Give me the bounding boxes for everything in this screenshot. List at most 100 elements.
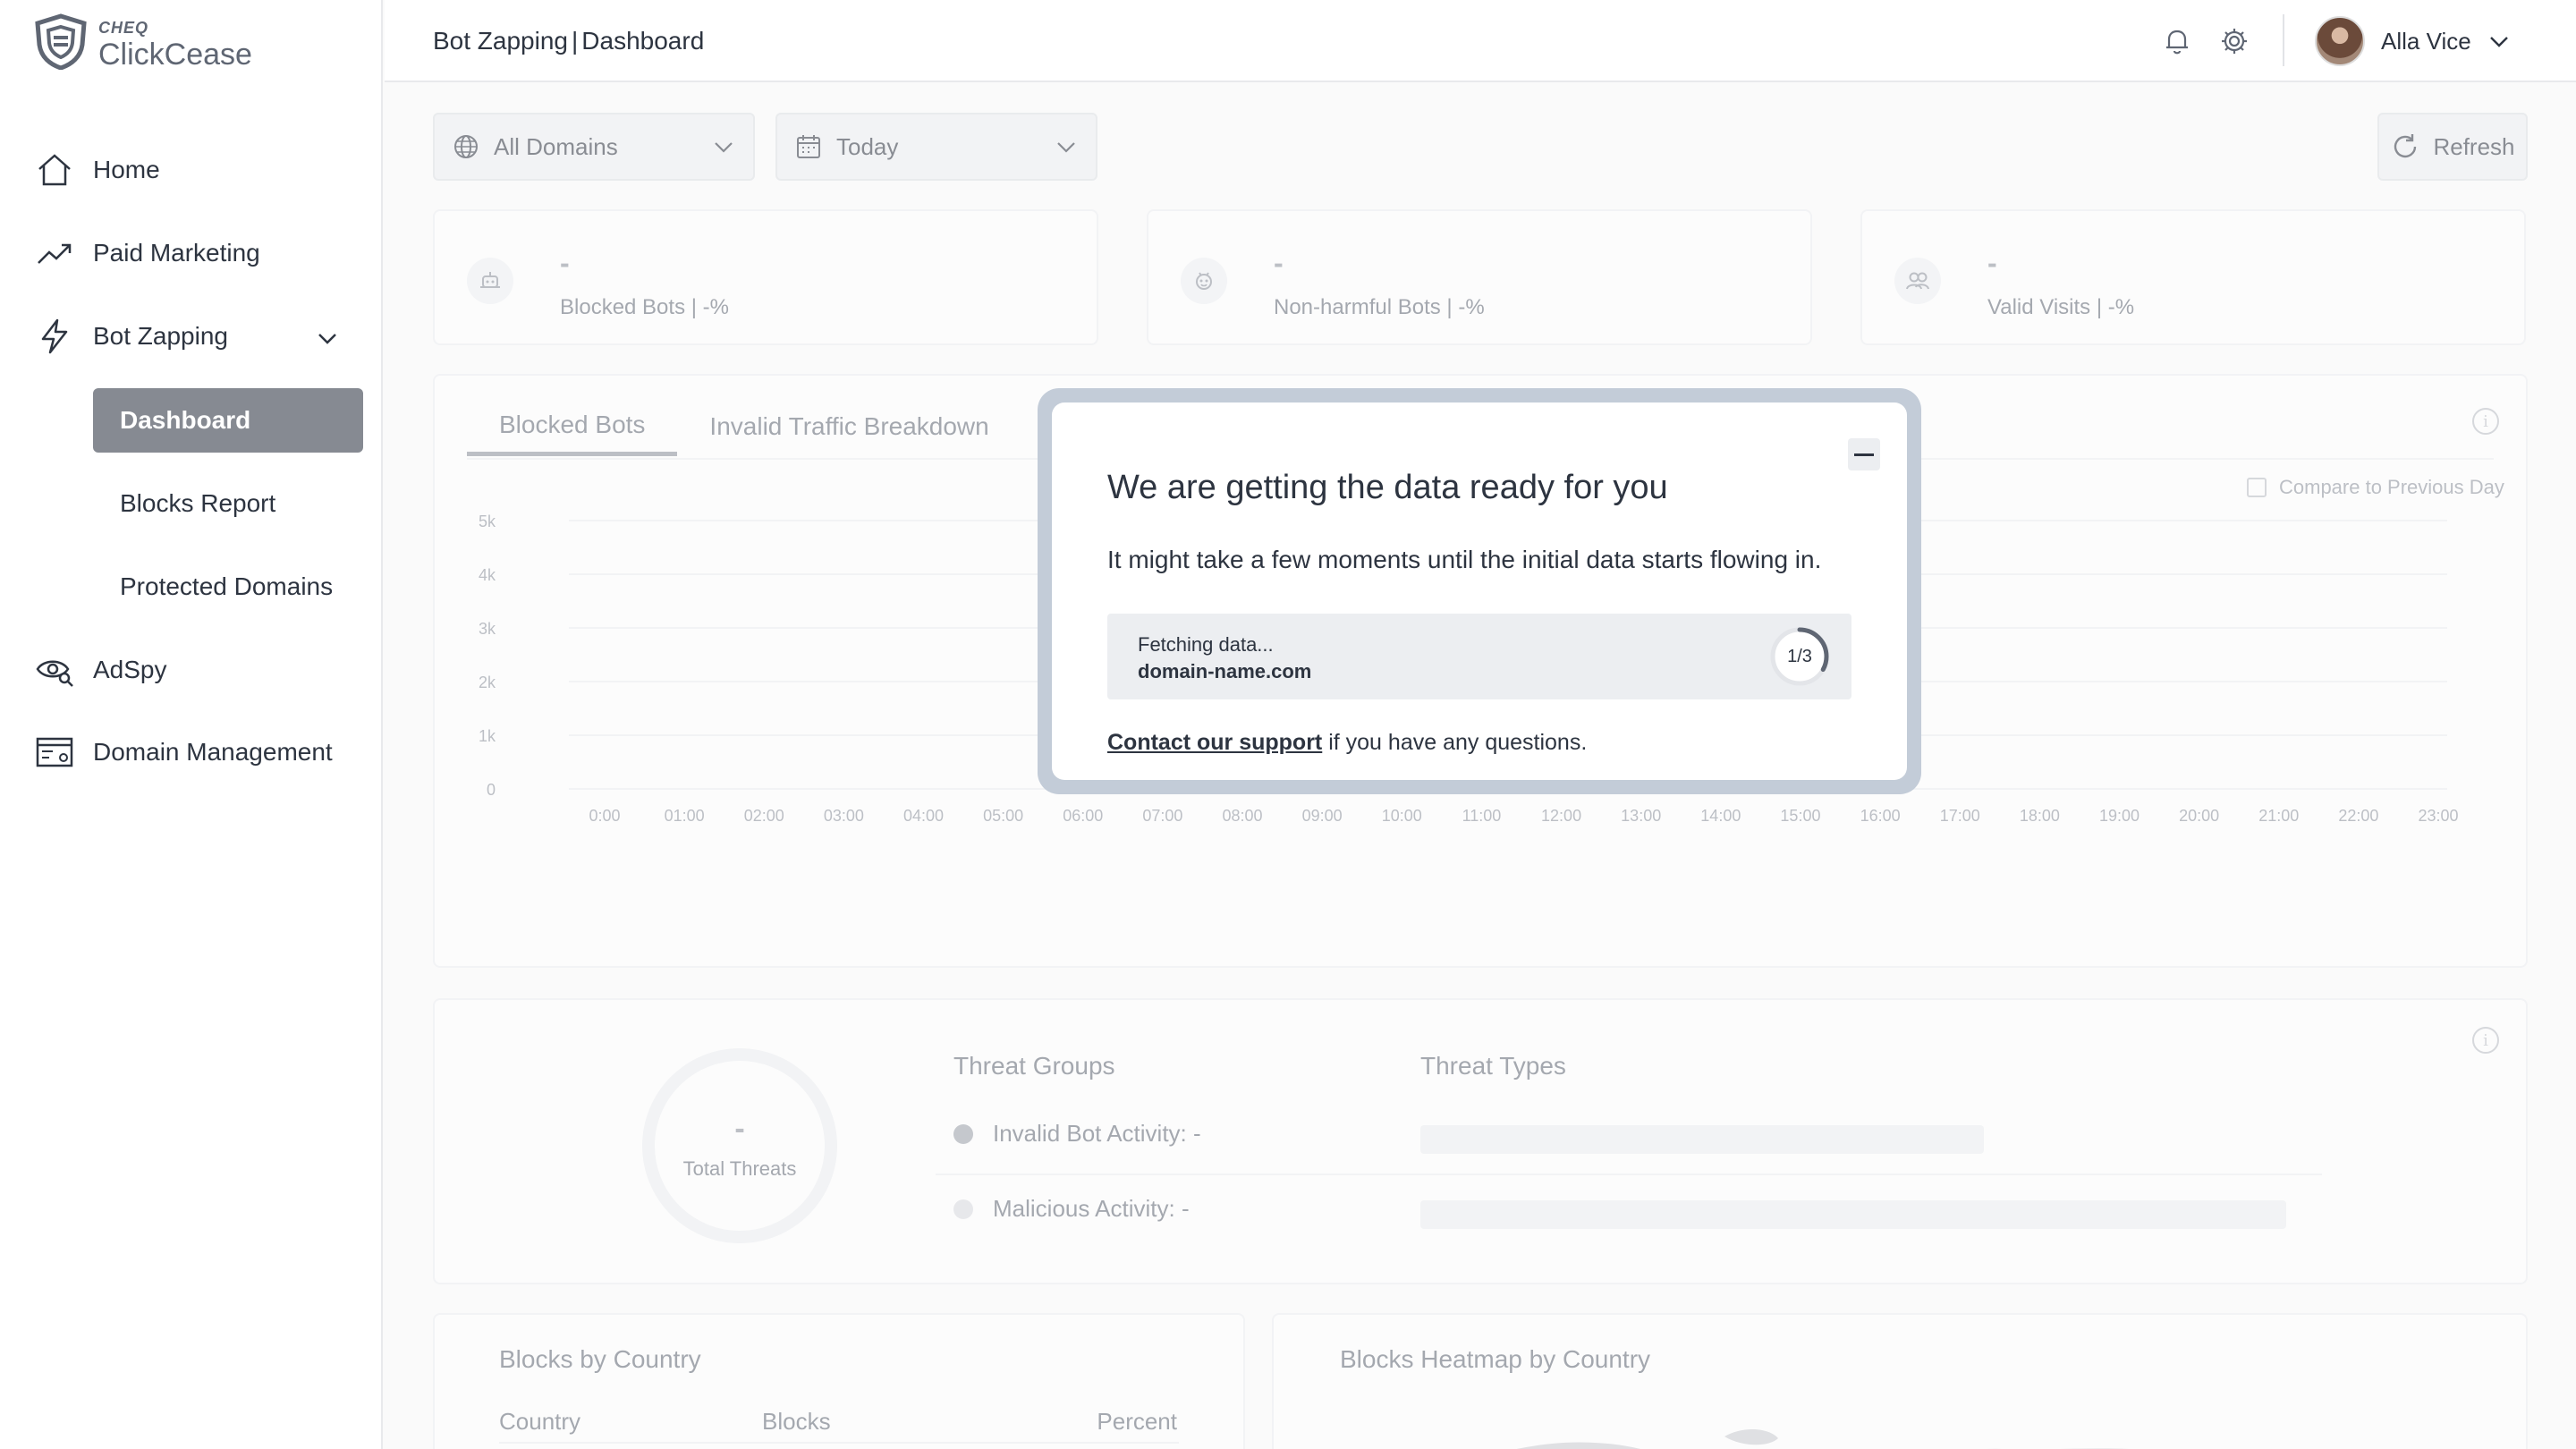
sidebar-item-bot-zapping[interactable]: Bot Zapping	[34, 309, 356, 363]
threat-types-title: Threat Types	[1420, 1052, 1566, 1080]
kpi-label: Valid Visits | -%	[1987, 295, 2134, 320]
column-header-percent[interactable]: Percent	[1097, 1408, 1177, 1436]
x-tick-label: 0:00	[589, 807, 620, 825]
sidebar-item-paid-marketing[interactable]: Paid Marketing	[34, 226, 260, 280]
avatar	[2315, 16, 2365, 66]
kpi-non-harmful-bots: - Non-harmful Bots | -%	[1147, 209, 1812, 345]
x-tick-label: 16:00	[1860, 807, 1901, 825]
y-tick-label: 0	[487, 781, 496, 799]
sidebar-subitem-protected-domains[interactable]: Protected Domains	[93, 555, 363, 619]
user-menu[interactable]: Alla Vice	[2315, 16, 2511, 66]
logo[interactable]: CHEQ ClickCease	[32, 13, 252, 70]
x-tick-label: 23:00	[2418, 807, 2458, 825]
tab-invalid-traffic-breakdown[interactable]: Invalid Traffic Breakdown	[677, 397, 1021, 456]
minimize-button[interactable]	[1848, 438, 1880, 470]
kpi-valid-visits: - Valid Visits | -%	[1860, 209, 2526, 345]
x-tick-label: 04:00	[903, 807, 944, 825]
kpi-value: -	[560, 247, 570, 279]
y-tick-label: 1k	[479, 727, 496, 745]
modal-footer: Contact our support if you have any ques…	[1107, 730, 1587, 756]
x-tick-label: 19:00	[2099, 807, 2140, 825]
date-range-select[interactable]: Today	[775, 113, 1097, 181]
x-tick-label: 09:00	[1302, 807, 1343, 825]
sidebar-item-home[interactable]: Home	[34, 143, 160, 197]
refresh-label: Refresh	[2433, 132, 2515, 160]
legend-dot	[953, 1123, 973, 1144]
bell-icon[interactable]	[2159, 23, 2195, 59]
breadcrumb-section[interactable]: Bot Zapping	[433, 27, 568, 55]
chevron-down-icon	[2487, 30, 2511, 53]
refresh-button[interactable]: Refresh	[2377, 113, 2528, 181]
blocks-heatmap-card: Blocks Heatmap by Country	[1272, 1313, 2528, 1449]
domains-select-value: All Domains	[494, 132, 618, 160]
x-tick-label: 11:00	[1462, 807, 1502, 825]
x-tick-label: 14:00	[1700, 807, 1741, 825]
sidebar-item-label: AdSpy	[93, 656, 167, 683]
kpi-value: -	[1987, 247, 1997, 279]
y-tick-label: 3k	[479, 620, 496, 638]
breadcrumb-separator: |	[572, 27, 579, 55]
sidebar-item-domain-management[interactable]: Domain Management	[34, 725, 333, 779]
kpi-label: Blocked Bots | -%	[560, 295, 729, 320]
sidebar-item-label: Bot Zapping	[93, 322, 228, 350]
kpi-blocked-bots: - Blocked Bots | -%	[433, 209, 1098, 345]
x-tick-label: 22:00	[2338, 807, 2378, 825]
total-threats-ring: - Total Threats	[642, 1048, 837, 1243]
data-loading-modal-frame: We are getting the data ready for you It…	[1038, 388, 1921, 794]
sidebar-item-adspy[interactable]: AdSpy	[34, 643, 167, 697]
sidebar: CHEQ ClickCease Home Paid Marketing Bot …	[0, 0, 383, 1449]
info-icon[interactable]: i	[2472, 408, 2499, 435]
logo-brand: CHEQ	[98, 19, 149, 37]
threat-type-placeholder	[1420, 1125, 1984, 1154]
x-tick-label: 05:00	[983, 807, 1023, 825]
total-threats-value: -	[734, 1111, 745, 1146]
kpi-value: -	[1274, 247, 1284, 279]
row-divider	[936, 1174, 2322, 1175]
contact-support-link[interactable]: Contact our support	[1107, 730, 1322, 755]
blocks-by-country-title: Blocks by Country	[499, 1345, 701, 1373]
kpi-delta: | -%	[1440, 295, 1485, 319]
progress-spinner: 1/3	[1769, 626, 1830, 687]
tab-blocked-bots[interactable]: Blocked Bots	[467, 397, 678, 456]
data-loading-modal: We are getting the data ready for you It…	[1052, 402, 1907, 780]
refresh-icon	[2390, 131, 2420, 162]
x-tick-label: 08:00	[1223, 807, 1263, 825]
threats-card: - Total Threats Threat Groups Threat Typ…	[433, 998, 2528, 1284]
gear-icon[interactable]	[2216, 23, 2252, 59]
friendly-bot-icon	[1181, 258, 1227, 304]
date-range-value: Today	[836, 132, 899, 160]
column-header-country[interactable]: Country	[499, 1408, 580, 1436]
calendar-icon	[795, 133, 822, 160]
blocks-by-country-card: Blocks by Country Country Blocks Percent	[433, 1313, 1245, 1449]
sidebar-item-label: Home	[93, 156, 160, 183]
info-icon[interactable]: i	[2472, 1027, 2499, 1054]
total-threats-label: Total Threats	[682, 1157, 797, 1180]
threat-groups-title: Threat Groups	[953, 1052, 1115, 1080]
x-tick-label: 20:00	[2179, 807, 2219, 825]
y-tick-label: 2k	[479, 674, 496, 691]
x-tick-label: 02:00	[744, 807, 784, 825]
y-tick-label: 4k	[479, 566, 496, 584]
breadcrumb-page: Dashboard	[581, 27, 705, 55]
chevron-down-icon	[712, 135, 735, 158]
threat-group-row: Malicious Activity: -	[953, 1195, 1190, 1223]
threat-type-placeholder	[1420, 1200, 2286, 1229]
fetch-domain: domain-name.com	[1138, 660, 1312, 682]
lightning-icon	[34, 316, 75, 357]
chevron-down-icon[interactable]	[315, 326, 340, 351]
kpi-delta: | -%	[2090, 295, 2135, 319]
eye-search-icon	[34, 649, 75, 691]
sidebar-item-label: Domain Management	[93, 738, 333, 766]
column-header-blocks[interactable]: Blocks	[762, 1408, 831, 1436]
progress-label: 1/3	[1787, 646, 1812, 666]
kpi-label-text: Valid Visits	[1987, 295, 2091, 319]
table-header-divider	[499, 1442, 1179, 1444]
sidebar-subitem-blocks-report[interactable]: Blocks Report	[93, 471, 363, 536]
sidebar-subitem-dashboard[interactable]: Dashboard	[93, 388, 363, 453]
dashboard-main: All Domains Today Refresh - Blocked Bots…	[385, 84, 2576, 1449]
header-divider	[2283, 14, 2284, 66]
x-tick-label: 15:00	[1780, 807, 1820, 825]
sidebar-item-label: Paid Marketing	[93, 239, 260, 267]
domains-select[interactable]: All Domains	[433, 113, 755, 181]
kpi-label-text: Non-harmful Bots	[1274, 295, 1441, 319]
